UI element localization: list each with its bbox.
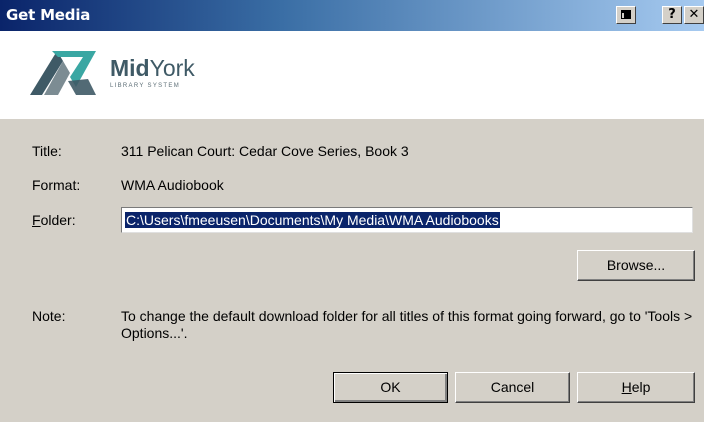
get-media-dialog: Get Media ? ✕ MidYork LIBRARY SYSTEM Tit… — [0, 0, 704, 422]
format-label: Format: — [32, 177, 81, 193]
cancel-button[interactable]: Cancel — [455, 372, 570, 403]
browse-button[interactable]: Browse... — [577, 250, 695, 281]
ok-button[interactable]: OK — [333, 372, 448, 403]
context-help-button[interactable]: ? — [662, 6, 682, 24]
mid-york-logo-icon — [30, 51, 96, 95]
title-value: 311 Pelican Court: Cedar Cove Series, Bo… — [121, 143, 409, 159]
brand-name-york: York — [149, 55, 195, 81]
help-button[interactable]: Help — [577, 372, 695, 403]
note-text: To change the default download folder fo… — [121, 308, 693, 341]
note-label: Note: — [32, 308, 66, 324]
folder-field-value[interactable]: C:\Users\fmeeusen\Documents\My Media\WMA… — [125, 212, 500, 228]
brand-tagline: LIBRARY SYSTEM — [110, 83, 180, 89]
title-label: Title: — [32, 143, 62, 159]
library-banner: MidYork LIBRARY SYSTEM — [0, 31, 704, 119]
brand-name: MidYork — [110, 55, 195, 82]
help-label-rest: elp — [631, 379, 651, 395]
title-bar[interactable]: Get Media ? ✕ — [0, 0, 704, 31]
restore-button[interactable] — [616, 6, 636, 24]
help-accesskey: H — [621, 379, 632, 395]
folder-field[interactable]: C:\Users\fmeeusen\Documents\My Media\WMA… — [121, 207, 693, 233]
folder-label-accesskey: F — [32, 212, 41, 228]
brand-name-mid: Mid — [110, 55, 150, 81]
folder-label-rest: older: — [40, 212, 76, 228]
folder-label: Folder: — [32, 212, 76, 228]
close-button[interactable]: ✕ — [684, 6, 704, 24]
close-icon: ✕ — [688, 7, 700, 22]
window-title: Get Media — [6, 6, 91, 24]
format-value: WMA Audiobook — [121, 177, 224, 193]
